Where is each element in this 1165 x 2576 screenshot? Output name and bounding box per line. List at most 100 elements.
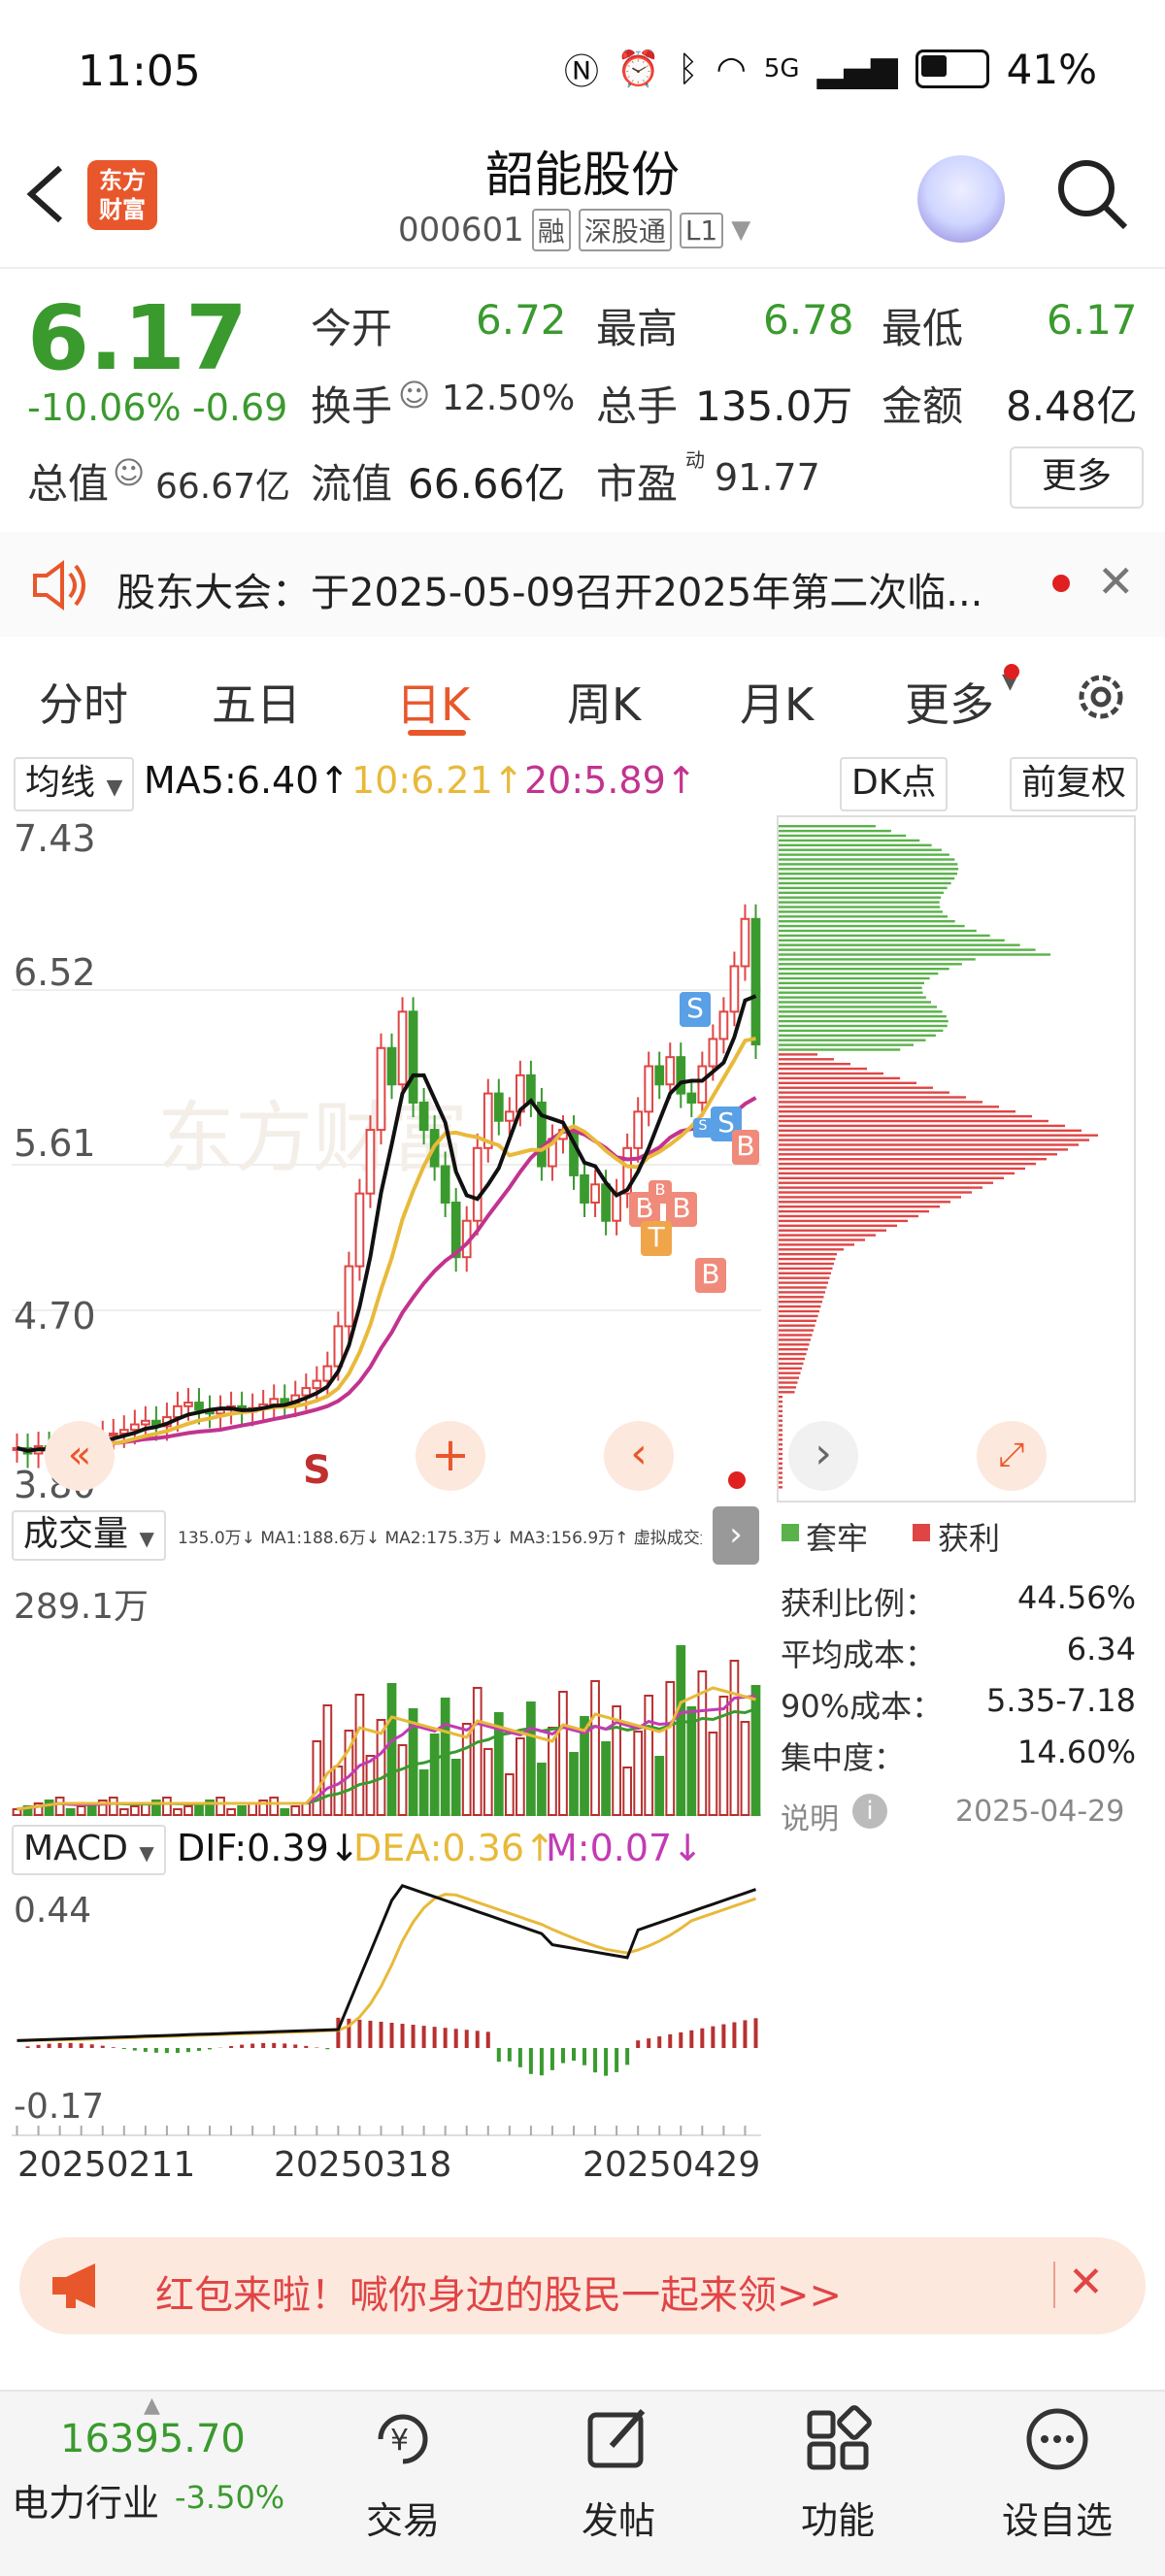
chip-bar <box>779 1286 827 1289</box>
chip-bar <box>779 1267 833 1271</box>
tab-monthly-k[interactable]: 月K <box>740 670 814 734</box>
chip-bar <box>779 1043 914 1046</box>
chip-stat-value: 5.35-7.18 <box>985 1682 1136 1719</box>
volume-indicator-selector[interactable]: 成交量 ▼ <box>12 1510 166 1561</box>
expand-panel-button[interactable]: › <box>713 1506 759 1565</box>
chip-next-button[interactable]: › <box>788 1421 858 1491</box>
kline-chart[interactable]: 东方财富 <box>12 815 761 1495</box>
chip-bar <box>779 1019 949 1023</box>
candle <box>140 1419 150 1426</box>
zoom-in-button[interactable]: + <box>416 1421 485 1491</box>
stock-code-row[interactable]: 000601 融 深股通 L1 ▼ <box>398 209 750 251</box>
t-marker[interactable]: T <box>641 1221 672 1256</box>
chip-bar <box>779 1329 814 1332</box>
fullscreen-button[interactable]: ⤢ <box>977 1421 1047 1491</box>
search-button[interactable] <box>1053 155 1131 233</box>
chip-bar <box>779 1334 813 1337</box>
cap-info-icon[interactable]: ☺ <box>113 454 145 491</box>
chip-note-label[interactable]: 说明 <box>781 1795 839 1837</box>
chip-bar <box>779 1276 830 1279</box>
close-icon[interactable]: ✕ <box>1068 2258 1104 2307</box>
turnover-info-icon[interactable]: ☺ <box>398 377 430 413</box>
chip-bar <box>779 1424 782 1427</box>
buy-marker[interactable]: B <box>695 1258 726 1293</box>
chip-bar <box>779 1209 929 1213</box>
chip-bar <box>779 858 955 861</box>
stock-code: 000601 <box>398 211 524 249</box>
chip-bar <box>779 1229 886 1232</box>
chip-bar <box>779 1391 795 1394</box>
turnover-value: 12.50% <box>442 379 576 418</box>
post-label: 发帖 <box>581 2499 655 2542</box>
status-icons: Ⓝ ⏰ ᛒ ◠ 5G ▂▄▆ 41% <box>564 44 1097 94</box>
industry-index-value[interactable]: 16395.70 <box>60 2417 246 2461</box>
kline-y-4: 4.70 <box>14 1295 96 1338</box>
chip-bar <box>779 1024 948 1028</box>
tab-weekly-k[interactable]: 周K <box>567 670 641 734</box>
scroll-left-button[interactable]: ‹ <box>604 1421 674 1491</box>
notice-text[interactable]: 股东大会：于2025-05-09召开2025年第二次临... <box>116 561 982 617</box>
macd-indicator-selector[interactable]: MACD ▼ <box>12 1825 166 1875</box>
chip-bar <box>779 963 962 966</box>
more-button[interactable]: 更多 <box>1010 446 1144 509</box>
candle <box>601 1183 611 1222</box>
settings-button[interactable] <box>1072 668 1130 730</box>
chip-bar <box>779 1296 824 1299</box>
ma5-value: MA5:6.40↑ <box>144 759 350 802</box>
chip-bar <box>779 1006 938 1008</box>
macd-chart <box>12 1884 761 2136</box>
dk-point-button[interactable]: DK点 <box>840 757 949 811</box>
tab-five-day[interactable]: 五日 <box>212 670 301 734</box>
kline-y-max: 7.43 <box>14 817 96 860</box>
industry-name[interactable]: 电力行业 <box>12 2473 159 2526</box>
candle <box>194 1402 204 1411</box>
close-icon[interactable]: ✕ <box>1097 555 1135 608</box>
low-value: 6.17 <box>1047 296 1138 344</box>
dropdown-icon: ▼ <box>731 215 751 245</box>
tab-more[interactable]: 更多 <box>905 670 994 734</box>
chip-bar <box>779 1271 831 1274</box>
volume-bar <box>76 1805 86 1816</box>
chip-bar <box>779 1471 782 1474</box>
add-watchlist-button[interactable]: 设自选 <box>994 2405 1120 2570</box>
chip-bar <box>779 1452 782 1456</box>
ma-selector[interactable]: 均线 ▼ <box>14 757 135 811</box>
chip-bar <box>779 1072 883 1075</box>
trade-button[interactable]: ¥ 交易 <box>350 2405 456 2570</box>
date-label: 20250211 <box>17 2145 196 2185</box>
candle <box>269 1398 280 1405</box>
candle <box>580 1173 589 1205</box>
robot-avatar-icon[interactable] <box>917 155 1005 243</box>
candle <box>697 1065 708 1104</box>
promo-divider <box>1053 2262 1055 2308</box>
active-tab-indicator <box>408 730 466 736</box>
buy-marker[interactable]: B <box>649 1180 672 1204</box>
chip-bar <box>779 843 932 846</box>
chip-bar <box>779 1324 816 1327</box>
post-button[interactable]: 发帖 <box>565 2405 672 2570</box>
market-cap-value: 66.67亿 <box>155 467 291 507</box>
chip-bar <box>779 920 955 923</box>
buy-marker[interactable]: B <box>732 1130 759 1165</box>
promo-text[interactable]: 红包来啦！喊你身边的股民一起来领>> <box>155 2263 842 2320</box>
chip-bar <box>779 876 955 880</box>
functions-button[interactable]: 功能 <box>784 2405 891 2570</box>
tab-daily-k[interactable]: 日K <box>396 670 470 734</box>
adjust-button[interactable]: 前复权 <box>1010 757 1139 811</box>
volume-bar <box>129 1805 140 1816</box>
volume-bar <box>569 1752 579 1816</box>
tab-intraday[interactable]: 分时 <box>39 670 128 734</box>
sell-marker[interactable]: S <box>680 992 711 1027</box>
volume-y-max: 289.1万 <box>14 1587 150 1627</box>
sell-marker[interactable]: S <box>693 1118 713 1138</box>
more-dots-icon <box>1026 2408 1088 2470</box>
chip-bar <box>779 1243 854 1246</box>
info-icon[interactable]: i <box>852 1794 887 1829</box>
nfc-icon: Ⓝ <box>564 52 600 92</box>
scroll-left-fast-button[interactable]: « <box>45 1421 115 1491</box>
candle <box>312 1379 322 1390</box>
back-button[interactable] <box>21 160 80 228</box>
chip-bar <box>779 991 923 994</box>
candle <box>590 1183 600 1205</box>
ma10-value: 10:6.21↑ <box>351 759 524 802</box>
